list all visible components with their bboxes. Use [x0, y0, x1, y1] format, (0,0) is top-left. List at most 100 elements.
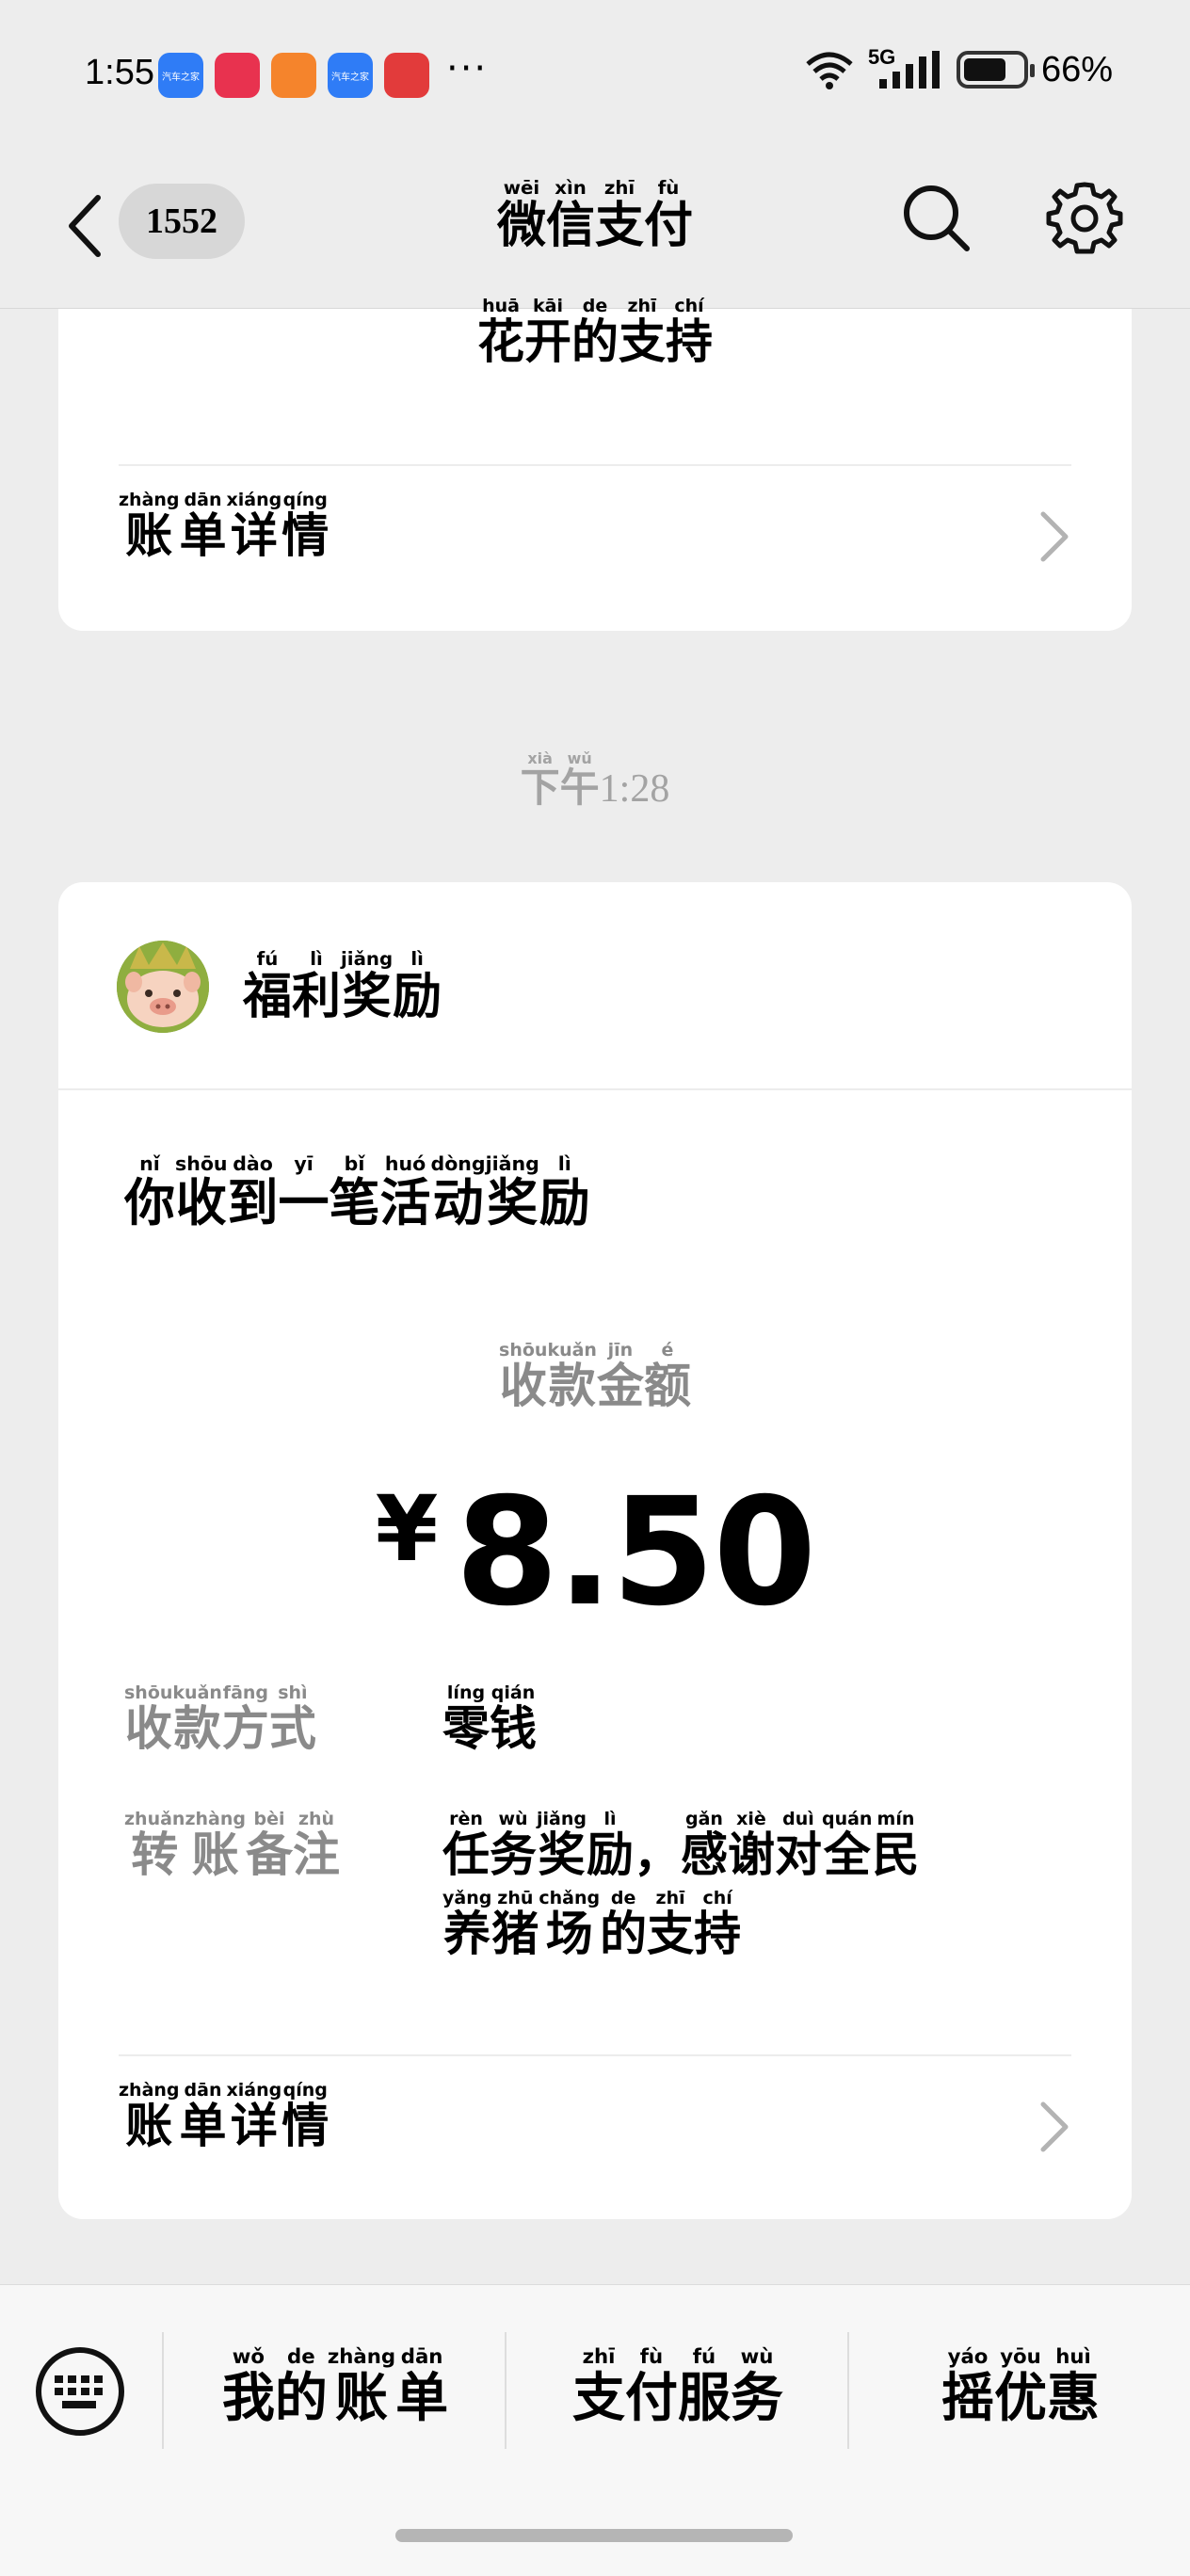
- chevron-right-icon: [1040, 2101, 1069, 2152]
- pinyin-char: 奖jiǎng: [485, 1152, 539, 1232]
- bill-details-label: 账zhàng单dān详xiáng情qíng: [119, 2080, 330, 2156]
- pinyin-char: 款kuǎn: [547, 1340, 597, 1413]
- cell-signal-icon: 5G: [868, 45, 943, 90]
- battery-level: 66%: [1040, 49, 1113, 89]
- menu-shake-offers[interactable]: 摇yáo优yōu惠huì: [851, 2345, 1190, 2432]
- pinyin-char: 备bèi: [246, 1809, 293, 1882]
- pinyin-char: 我wǒ: [221, 2345, 275, 2429]
- orange-app-icon: [271, 53, 316, 98]
- transfer-note-row: 转zhuǎn账zhàng备bèi注zhù 任rèn务wù奖jiǎng励lì，感g…: [124, 1809, 1071, 1989]
- pinyin-char: 转zhuǎn: [124, 1809, 185, 1882]
- pinyin-char: 信xìn: [545, 177, 595, 254]
- bill-details-row[interactable]: 账zhàng单dān详xiáng情qíng: [119, 476, 1071, 589]
- pinyin-char: 收shōu: [499, 1340, 548, 1413]
- more-notifications-icon: ···: [446, 47, 489, 90]
- transfer-note-line1: 任rèn务wù奖jiǎng励lì，感gǎn谢xiè对duì全quán民mín: [442, 1809, 1083, 1890]
- timestamp-time: 1:28: [599, 767, 670, 811]
- pinyin-char: 场chǎng: [539, 1887, 601, 1961]
- menu-payment-services[interactable]: 支zhī付fù服fú务wù: [508, 2345, 847, 2432]
- sender-name: 福fú利lì奖jiǎng励lì: [243, 948, 442, 1027]
- pinyin-char: 详xiáng: [226, 2080, 282, 2153]
- pinyin-char: 花huā: [477, 296, 524, 369]
- pinyin-char: 务wù: [490, 1809, 537, 1882]
- pinyin-char: 的de: [600, 1887, 648, 1961]
- pinyin-char: 情qíng: [281, 490, 330, 563]
- pinyin-char: 开kāi: [524, 296, 571, 369]
- pinyin-char: 励lì: [393, 948, 442, 1025]
- bill-details-row[interactable]: 账zhàng单dān详xiáng情qíng: [119, 2067, 1071, 2180]
- pinyin-char: 任rèn: [442, 1809, 490, 1882]
- pinyin-char: 猪zhū: [491, 1887, 539, 1961]
- page-title: 微wēi信xìn支zhī付fù: [0, 177, 1190, 256]
- pinyin-char: 账zhàng: [119, 490, 180, 563]
- transfer-note-label: 转zhuǎn账zhàng备bèi注zhù: [124, 1809, 340, 1885]
- pinyin-char: 方fāng: [221, 1682, 269, 1756]
- pinyin-char: 单dān: [395, 2345, 449, 2429]
- pinyin-char: 笔bǐ: [329, 1152, 380, 1232]
- divider: [119, 464, 1071, 466]
- pinyin-char: 感gǎn: [680, 1809, 728, 1882]
- notice-title: 你nǐ收shōu到dào一yī笔bǐ活huó动dòng奖jiǎng励lì: [124, 1152, 590, 1235]
- pinyin-char: 支zhī: [619, 296, 666, 369]
- menu-divider: [505, 2332, 507, 2449]
- gear-icon[interactable]: [1045, 179, 1124, 258]
- pinyin-char: 钱qián: [490, 1682, 537, 1756]
- battery-icon: [956, 51, 1035, 89]
- status-indicators: 5G 66%: [804, 45, 1113, 90]
- red-app-icon: [384, 53, 429, 98]
- payment-method-row: 收shōu款kuǎn方fāng式shì 零líng钱qián: [124, 1682, 1071, 1769]
- reward-payment-card[interactable]: 福fú利lì奖jiǎng励lì 你nǐ收shōu到dào一yī笔bǐ活huó动d…: [58, 882, 1132, 2219]
- menu-divider: [162, 2332, 164, 2449]
- pinyin-char: 式shì: [268, 1682, 316, 1756]
- qiche-zhijia-icon: 汽车之家: [328, 53, 373, 98]
- pinyin-char: 单dān: [179, 490, 227, 563]
- douyin-icon: [215, 53, 260, 98]
- pinyin-char: 民mín: [872, 1809, 920, 1882]
- pinyin-char: 奖jiǎng: [341, 948, 394, 1025]
- home-indicator[interactable]: [395, 2529, 793, 2542]
- pinyin-char: 微wēi: [496, 177, 546, 254]
- pinyin-char: 摇yáo: [941, 2345, 994, 2429]
- pinyin-char: 收shōu: [175, 1152, 228, 1232]
- pinyin-char: 务wù: [731, 2345, 783, 2429]
- transfer-note-line2: 养yǎng猪zhū场chǎng的de支zhī持chí: [442, 1887, 1083, 1969]
- pinyin-char: 惠huì: [1047, 2345, 1100, 2429]
- notification-app-icons: 汽车之家 汽车之家: [158, 53, 429, 98]
- pinyin-char: 支zhī: [595, 177, 645, 254]
- pinyin-char: 的de: [571, 296, 619, 369]
- pinyin-char: 对duì: [774, 1809, 822, 1882]
- menu-divider: [847, 2332, 849, 2449]
- pinyin-char: 到dào: [227, 1152, 279, 1232]
- status-time: 1:55: [85, 53, 154, 92]
- message-timestamp: 下xià午wǔ1:28: [0, 749, 1190, 813]
- pinyin-char: 账zhàng: [185, 1809, 247, 1882]
- pinyin-char: 服fú: [678, 2345, 731, 2429]
- pinyin-char: 账zhàng: [327, 2345, 396, 2429]
- pinyin-char: 零líng: [442, 1682, 490, 1756]
- currency-symbol: ¥: [375, 1476, 439, 1582]
- chat-header: 1552 微wēi信xìn支zhī付fù: [0, 141, 1190, 309]
- amount-label: 收shōu款kuǎn金jīn额é: [58, 1340, 1132, 1416]
- pinyin-char: 一yī: [278, 1152, 330, 1232]
- pinyin-char: 持chí: [666, 296, 713, 369]
- search-icon[interactable]: [899, 181, 974, 256]
- pinyin-char: 活huó: [379, 1152, 431, 1232]
- pinyin-char: 福fú: [243, 948, 293, 1025]
- pinyin-char: 谢xiè: [727, 1809, 775, 1882]
- pinyin-char: 支zhī: [647, 1887, 695, 1961]
- pinyin-char: 励lì: [586, 1809, 634, 1882]
- qiche-zhijia-icon: 汽车之家: [158, 53, 203, 98]
- pinyin-char: 下xià: [520, 749, 560, 811]
- pinyin-char: 养yǎng: [442, 1887, 492, 1961]
- pinyin-char: 付fù: [644, 177, 694, 254]
- pinyin-char: 情qíng: [281, 2080, 330, 2153]
- menu-my-bills[interactable]: 我wǒ的de账zhàng单dān: [166, 2345, 505, 2432]
- payment-method-value: 零líng钱qián: [442, 1682, 1083, 1763]
- keyboard-toggle-icon[interactable]: [34, 2345, 126, 2438]
- pinyin-char: 励lì: [539, 1152, 590, 1232]
- pinyin-char: 优yōu: [994, 2345, 1047, 2429]
- previous-note-text: 花huā开kāi的de支zhī持chí: [58, 296, 1132, 372]
- timestamp-period: 下xià午wǔ: [520, 749, 600, 811]
- pinyin-char: 动dòng: [430, 1152, 486, 1232]
- pinyin-char: 账zhàng: [119, 2080, 180, 2153]
